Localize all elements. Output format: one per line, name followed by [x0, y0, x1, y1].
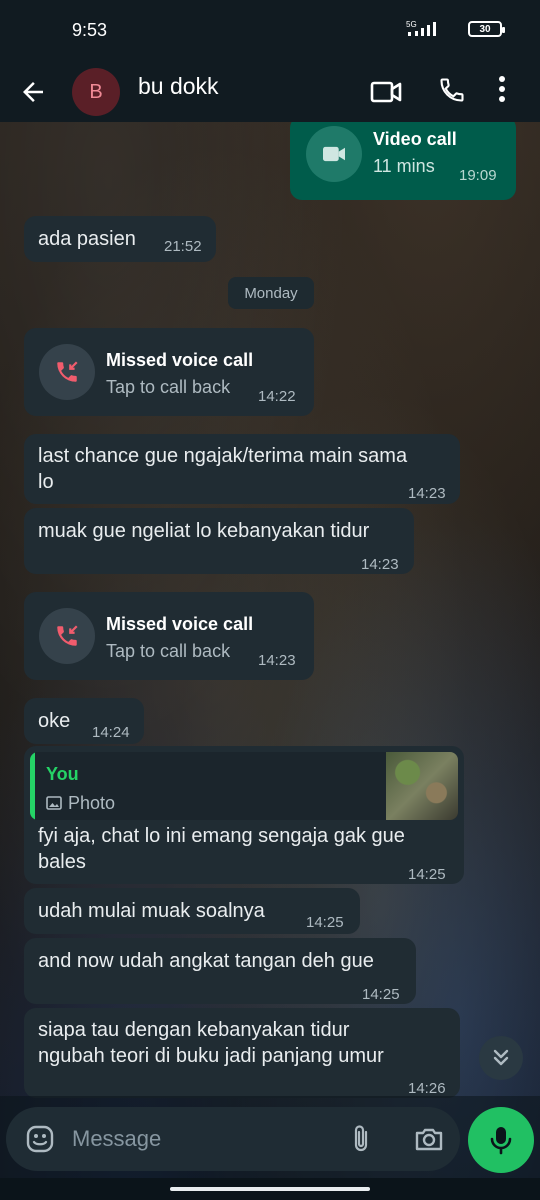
missed-call-icon [39, 608, 95, 664]
message-text-line: fyi aja, chat lo ini emang sengaja gak g… [38, 825, 405, 847]
microphone-icon[interactable] [468, 1107, 534, 1173]
status-time: 9:53 [72, 20, 108, 40]
missed-call-message[interactable]: Missed voice call Tap to call back 14:23 [24, 592, 314, 680]
message-time: 14:22 [258, 388, 296, 405]
message-bubble[interactable]: last chance gue ngajak/terima main sama … [24, 434, 460, 504]
message-bubble[interactable]: siapa tau dengan kebanyakan tidur ngubah… [24, 1008, 460, 1098]
double-chevron-down-icon[interactable] [479, 1036, 523, 1080]
battery-level: 30 [479, 23, 491, 35]
message-text: oke [38, 710, 71, 732]
date-label: Monday [244, 284, 298, 302]
message-time: 14:25 [306, 914, 344, 931]
camera-icon[interactable] [414, 1126, 444, 1157]
message-bubble[interactable]: oke 14:24 [24, 698, 144, 744]
status-bar: 9:53 5G 30 [0, 0, 540, 60]
call-subtitle: Tap to call back [106, 641, 231, 661]
message-text: ada pasien [38, 228, 136, 250]
call-subtitle: Tap to call back [106, 377, 231, 397]
paperclip-icon[interactable] [350, 1124, 372, 1159]
reply-message[interactable]: You Photo fyi aja, chat lo ini emang sen… [24, 746, 464, 884]
quote-type-label: Photo [68, 793, 116, 813]
message-time: 14:25 [362, 986, 400, 1003]
message-text-line: siapa tau dengan kebanyakan tidur [38, 1019, 350, 1041]
date-separator: Monday [228, 277, 314, 309]
signal-icon: 5G [406, 20, 440, 43]
message-bubble[interactable]: and now udah angkat tangan deh gue 14:25 [24, 938, 416, 1004]
message-bubble[interactable]: udah mulai muak soalnya 14:25 [24, 888, 360, 934]
message-text-line: last chance gue ngajak/terima main sama [38, 445, 408, 467]
message-time: 14:24 [92, 724, 130, 741]
battery-icon: 30 [468, 21, 505, 37]
message-text-line: lo [38, 471, 54, 493]
arrow-left-icon[interactable] [18, 77, 48, 112]
network-label: 5G [406, 20, 417, 29]
message-list[interactable]: Video call 11 mins 19:09 ada pasien 21:5… [0, 122, 540, 1108]
message-text: and now udah angkat tangan deh gue [38, 950, 374, 972]
system-nav-bar [0, 1178, 540, 1200]
message-time: 21:52 [164, 238, 202, 255]
photo-thumbnail [386, 752, 458, 820]
message-text-line: bales [38, 851, 86, 873]
home-handle[interactable] [170, 1187, 370, 1191]
message-input[interactable]: Message [72, 1126, 161, 1152]
emoji-icon[interactable] [26, 1125, 54, 1158]
call-message[interactable]: Video call 11 mins 19:09 [290, 122, 516, 200]
image-icon [46, 796, 62, 810]
missed-call-icon [39, 344, 95, 400]
message-text: udah mulai muak soalnya [38, 900, 265, 922]
message-time: 14:23 [258, 652, 296, 669]
quoted-message[interactable]: You Photo [30, 752, 458, 820]
message-text-line: ngubah teori di buku jadi panjang umur [38, 1045, 384, 1067]
message-time: 14:25 [408, 866, 446, 883]
chat-header: B bu dokk [0, 60, 540, 122]
video-camera-icon [306, 126, 362, 182]
message-time: 19:09 [459, 167, 497, 184]
missed-call-message[interactable]: Missed voice call Tap to call back 14:22 [24, 328, 314, 416]
quote-accent-bar [30, 752, 35, 820]
avatar[interactable]: B [72, 68, 120, 116]
call-duration: 11 mins [373, 156, 435, 176]
video-camera-icon[interactable] [370, 78, 402, 111]
quote-type: Photo [46, 790, 115, 816]
call-title: Missed voice call [106, 614, 254, 634]
quote-author: You [46, 764, 79, 784]
avatar-initial: B [89, 80, 103, 103]
message-bubble[interactable]: muak gue ngeliat lo kebanyakan tidur 14:… [24, 508, 414, 574]
message-time: 14:23 [408, 485, 446, 502]
message-text: muak gue ngeliat lo kebanyakan tidur [38, 520, 370, 542]
contact-name[interactable]: bu dokk [138, 73, 219, 100]
call-title: Missed voice call [106, 350, 254, 370]
call-title: Video call [373, 129, 457, 149]
message-time: 14:23 [361, 556, 399, 573]
phone-icon[interactable] [438, 75, 466, 110]
message-composer[interactable]: Message [6, 1107, 460, 1171]
message-bubble[interactable]: ada pasien 21:52 [24, 216, 216, 262]
more-vertical-icon[interactable] [498, 74, 506, 109]
